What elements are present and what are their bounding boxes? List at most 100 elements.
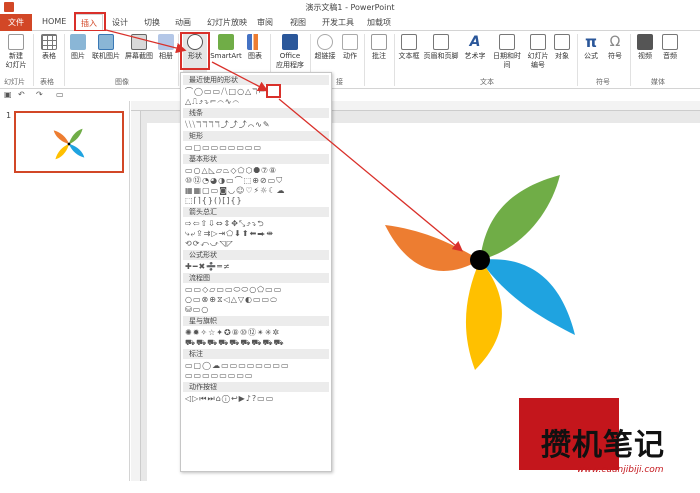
section-rectangles: 矩形 bbox=[183, 131, 329, 141]
start-slideshow-icon[interactable]: ▭ bbox=[56, 90, 64, 99]
undo-icon[interactable]: ↶ bbox=[18, 90, 25, 99]
tab-home[interactable]: HOME bbox=[42, 17, 66, 26]
tab-file[interactable]: 文件 bbox=[0, 14, 32, 31]
basic-shapes-row-4[interactable]: ⬚⌈⌉{}()[]{} bbox=[185, 196, 327, 205]
rectangles-row[interactable]: ▭▢▭▭▭▭▭▭▭ bbox=[185, 143, 327, 152]
slide-number-icon bbox=[530, 34, 546, 50]
action-button[interactable]: 动作 bbox=[339, 34, 361, 61]
redo-icon[interactable]: ↷ bbox=[36, 90, 43, 99]
watermark-url: www.cuanjibiji.com bbox=[577, 465, 664, 475]
smartart-button[interactable]: SmartArt bbox=[210, 34, 242, 61]
section-action-buttons: 动作按钮 bbox=[183, 382, 329, 392]
section-recent-shapes: 最近使用的形状 bbox=[183, 75, 329, 85]
comment-button[interactable]: 批注 bbox=[368, 34, 390, 61]
calendar-icon bbox=[499, 34, 515, 50]
tab-animations[interactable]: 动画 bbox=[175, 17, 191, 28]
smartart-icon bbox=[218, 34, 234, 50]
basic-shapes-row-1[interactable]: ▭○△◺▱⏢◇⬠⬡⯃⑦⑧ bbox=[185, 166, 327, 175]
section-lines: 线条 bbox=[183, 108, 329, 118]
tab-transitions[interactable]: 切换 bbox=[144, 17, 160, 28]
object-icon bbox=[554, 34, 570, 50]
textbox-icon bbox=[401, 34, 417, 50]
header-footer-icon bbox=[433, 34, 449, 50]
group-label-text: 文本 bbox=[480, 78, 494, 86]
tab-review[interactable]: 审阅 bbox=[257, 17, 273, 28]
section-basic-shapes: 基本形状 bbox=[183, 154, 329, 164]
ribbon: 新建 幻灯片 表格 图片 联机图片 屏幕截图 相册 形状 SmartArt 图表… bbox=[0, 31, 700, 89]
audio-button[interactable]: 音频 bbox=[659, 34, 681, 61]
slides-panel: 1 bbox=[0, 101, 130, 481]
new-slide-button[interactable]: 新建 幻灯片 bbox=[4, 34, 28, 70]
thumbnail-pinwheel bbox=[53, 128, 85, 160]
slide-number: 1 bbox=[6, 111, 12, 120]
vertical-ruler bbox=[131, 111, 141, 481]
office-store-icon bbox=[282, 34, 298, 50]
section-block-arrows: 箭头总汇 bbox=[183, 207, 329, 217]
group-label-slides: 幻灯片 bbox=[4, 78, 25, 86]
stars-row-1[interactable]: ✺✹✧☆✦✪⑧⑩⑫✴✳✲ bbox=[185, 328, 327, 337]
section-flowchart: 流程图 bbox=[183, 273, 329, 283]
tab-slideshow[interactable]: 幻灯片放映 bbox=[207, 17, 247, 28]
chart-icon bbox=[247, 34, 263, 50]
tab-addins[interactable]: 加载项 bbox=[367, 17, 391, 28]
office-apps-button[interactable]: Office 应用程序 bbox=[274, 34, 306, 70]
table-icon bbox=[41, 34, 57, 50]
equation-button[interactable]: π 公式 bbox=[580, 34, 602, 61]
hyperlink-button[interactable]: 超链接 bbox=[313, 34, 337, 61]
group-label-media: 媒体 bbox=[651, 78, 665, 86]
picture-button[interactable]: 图片 bbox=[67, 34, 89, 61]
equation-shapes-row[interactable]: ✚━✖➗═≠ bbox=[185, 262, 327, 271]
section-equation-shapes: 公式形状 bbox=[183, 250, 329, 260]
flowchart-row-3[interactable]: ⛁▭○ bbox=[185, 305, 327, 314]
pi-icon: π bbox=[585, 33, 597, 51]
album-button[interactable]: 相册 bbox=[156, 34, 176, 61]
slide-number-button[interactable]: 幻灯片 编号 bbox=[526, 34, 550, 70]
pinwheel-blade-orange bbox=[385, 225, 480, 271]
basic-shapes-row-3[interactable]: ▦▦▢▭◙◡☺♡⚡☼☾☁ bbox=[185, 186, 327, 195]
flowchart-row-2[interactable]: ○▭⊗⊕⧖◁△▽◐▭▭⬭ bbox=[185, 295, 327, 304]
arrows-row-1[interactable]: ⇨⇦⇧⇩⇔⇕✥⤡⤴⤵⮌ bbox=[185, 219, 327, 228]
tab-view[interactable]: 视图 bbox=[290, 17, 306, 28]
stars-row-2[interactable]: ⛟⛟⛟⛟⛟⛟⛟⛟⛟ bbox=[185, 338, 327, 347]
header-footer-button[interactable]: 页眉和页脚 bbox=[422, 34, 460, 61]
watermark-text: 攒机笔记 bbox=[541, 428, 665, 463]
object-button[interactable]: 对象 bbox=[551, 34, 573, 61]
recent-shapes-row-2[interactable]: △⎍⤴⤵⌐⌒∿⌒ bbox=[185, 97, 327, 106]
online-picture-button[interactable]: 联机图片 bbox=[90, 34, 122, 61]
screenshot-button[interactable]: 屏幕截图 bbox=[123, 34, 155, 61]
flowchart-row-1[interactable]: ▭▭◇▱▭▭⬭⬭○⬠▭▭ bbox=[185, 285, 327, 294]
screenshot-icon bbox=[131, 34, 147, 50]
chart-button[interactable]: 图表 bbox=[244, 34, 266, 61]
slide-thumbnail[interactable] bbox=[14, 111, 124, 173]
watermark: 攒机笔记 www.cuanjibiji.com bbox=[519, 398, 700, 481]
tab-design[interactable]: 设计 bbox=[112, 17, 128, 28]
group-label-links: 接 bbox=[336, 78, 343, 86]
action-buttons-row[interactable]: ◁▷⏮⏭⌂ⓘ↩▶♪?▭▭ bbox=[185, 394, 327, 403]
textbox-button[interactable]: 文本框 bbox=[397, 34, 421, 61]
callouts-row-1[interactable]: ▭▢◯☁▭▭▭▭▭▭▭▭ bbox=[185, 361, 327, 370]
arrows-row-2[interactable]: ⤷⤶⇪⇉▷⇥⬠⬇⬆⬅⮕⇼ bbox=[185, 229, 327, 238]
basic-shapes-row-2[interactable]: ⑩⑫◔◕◑▭⌒⬚⊕⊘▭⛉ bbox=[185, 176, 327, 185]
video-button[interactable]: 视频 bbox=[634, 34, 656, 61]
pinwheel-center bbox=[470, 250, 490, 270]
speaker-icon bbox=[662, 34, 678, 50]
pinwheel-blade-green bbox=[480, 175, 560, 260]
wordart-button[interactable]: A 艺术字 bbox=[461, 34, 489, 61]
wordart-icon: A bbox=[469, 34, 481, 50]
group-label-tables: 表格 bbox=[40, 78, 54, 86]
callouts-row-2[interactable]: ▭▭▭▭▭▭▭▭ bbox=[185, 371, 327, 380]
section-callouts: 标注 bbox=[183, 349, 329, 359]
shapes-gallery-menu: 最近使用的形状 ⌒◯▭▭⧸⧹□○△ℸ⌐ △⎍⤴⤵⌐⌒∿⌒ 线条 ⧹⧹⧹ℸℸℸℸ⤴… bbox=[180, 72, 332, 472]
arrows-row-3[interactable]: ⟲⟳⤺⤻◹◸ bbox=[185, 239, 327, 248]
datetime-button[interactable]: 日期和时间 bbox=[490, 34, 524, 70]
group-label-images: 图像 bbox=[115, 78, 129, 86]
symbol-button[interactable]: Ω 符号 bbox=[604, 34, 626, 61]
save-icon[interactable]: ▣ bbox=[4, 90, 12, 99]
quick-access-toolbar: ▣ ↶ ↷ ▭ bbox=[0, 89, 700, 101]
table-button[interactable]: 表格 bbox=[38, 34, 60, 61]
globe-link-icon bbox=[317, 34, 333, 50]
video-icon bbox=[637, 34, 653, 50]
tab-developer[interactable]: 开发工具 bbox=[322, 17, 354, 28]
lines-row[interactable]: ⧹⧹⧹ℸℸℸℸ⤴⤴⤴⌒∿✎ bbox=[185, 120, 327, 129]
recent-shapes-row[interactable]: ⌒◯▭▭⧸⧹□○△ℸ⌐ bbox=[185, 87, 327, 96]
